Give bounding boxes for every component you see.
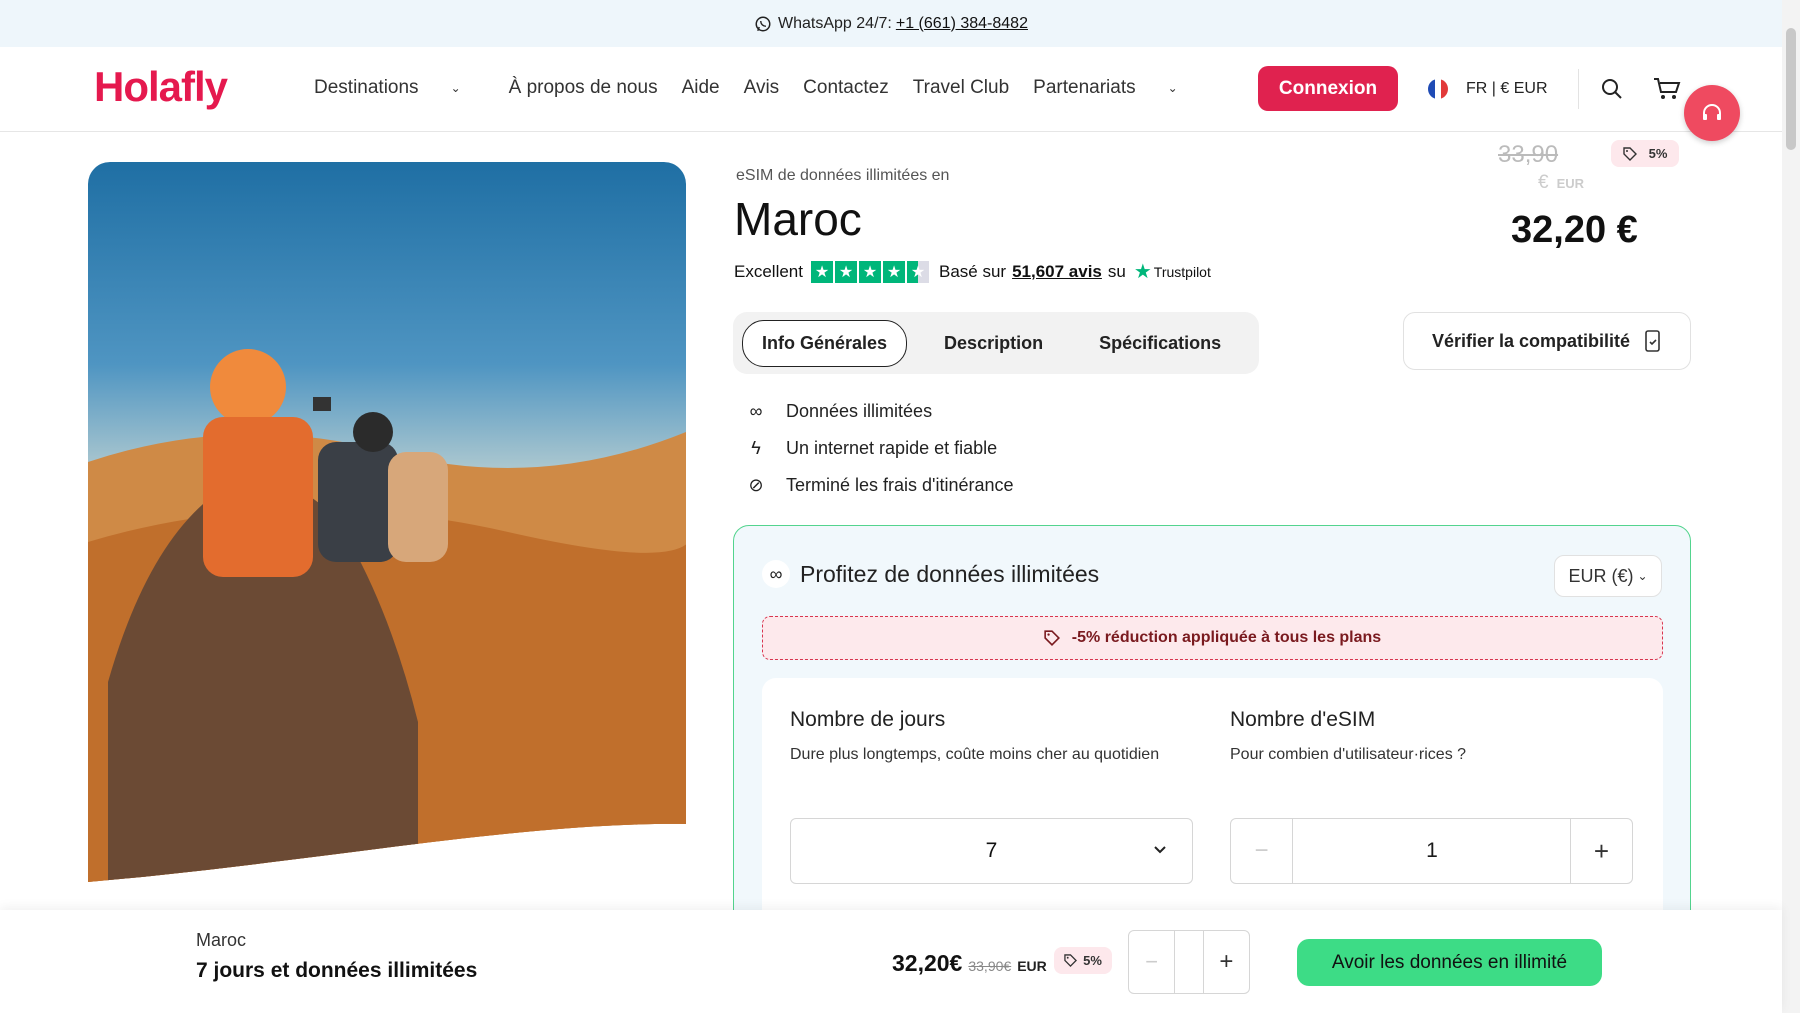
summary-price: 32,20€ 33,90€ EUR: [892, 950, 1047, 976]
infinity-icon: ∞: [762, 560, 790, 588]
feature-item: ϟ Un internet rapide et fiable: [744, 430, 1014, 467]
half-star-icon: ★: [906, 260, 929, 283]
tab-general-info[interactable]: Info Générales: [742, 319, 908, 367]
decrement-button[interactable]: −: [1231, 819, 1293, 883]
tag-icon: [1044, 630, 1060, 646]
lightning-icon: ϟ: [751, 438, 761, 458]
summary-discount-badge: 5%: [1054, 947, 1112, 974]
check-compatibility-button[interactable]: Vérifier la compatibilité: [1403, 312, 1691, 370]
support-chat-button[interactable]: [1684, 85, 1740, 141]
page-scrollbar[interactable]: [1782, 0, 1800, 1013]
scrollbar-thumb[interactable]: [1786, 28, 1796, 150]
discount-badge: 5%: [1611, 140, 1679, 167]
star-icon: ★: [810, 260, 833, 283]
tab-specifications[interactable]: Spécifications: [1080, 321, 1240, 366]
search-icon[interactable]: [1600, 77, 1624, 101]
locale-selector[interactable]: FR | € EUR: [1428, 79, 1548, 99]
feature-item: ∞ Données illimitées: [744, 393, 1014, 430]
nav-item-contact[interactable]: Contactez: [803, 77, 889, 99]
nav-divider: [1578, 69, 1579, 109]
whatsapp-label: WhatsApp 24/7:: [778, 14, 892, 32]
star-icon: ★: [834, 260, 857, 283]
esim-quantity-stepper: − 1 +: [1230, 818, 1633, 884]
locale-label: FR | € EUR: [1466, 80, 1548, 97]
increment-button[interactable]: +: [1204, 931, 1249, 993]
tab-description[interactable]: Description: [925, 321, 1062, 366]
nav-item-destinations[interactable]: Destinations ⌄: [314, 77, 485, 99]
days-select[interactable]: 7: [790, 818, 1193, 884]
get-unlimited-data-button[interactable]: Avoir les données en illimité: [1297, 939, 1602, 986]
chevron-down-icon: [1154, 846, 1166, 854]
old-price: 33,90: [1498, 141, 1559, 168]
tag-icon: [1064, 954, 1078, 967]
hero-image-camel-desert: [88, 162, 686, 886]
summary-quantity-stepper: − +: [1128, 930, 1250, 994]
current-price: 32,20 €: [1511, 209, 1638, 251]
rating-stars: ★ ★ ★ ★ ★: [810, 260, 931, 283]
days-title: Nombre de jours: [790, 708, 946, 731]
days-subtitle: Dure plus longtemps, coûte moins cher au…: [790, 746, 1160, 763]
tag-icon: [1622, 146, 1637, 161]
product-tabs: Info Générales Description Spécification…: [733, 312, 1259, 374]
login-button[interactable]: Connexion: [1258, 66, 1398, 111]
whatsapp-icon: [755, 16, 771, 31]
nav-item-help[interactable]: Aide: [682, 77, 720, 99]
nav-item-reviews[interactable]: Avis: [744, 77, 780, 99]
chevron-down-icon: ⌄: [1637, 569, 1648, 583]
summary-country: Maroc: [196, 930, 247, 950]
nav-menu: Destinations ⌄ À propos de nous Aide Avis…: [314, 77, 1226, 99]
rating-label: Excellent: [734, 261, 803, 281]
trustpilot-logo: ★ Trustpilot: [1133, 261, 1211, 283]
discount-banner: -5% réduction appliquée à tous les plans: [762, 616, 1663, 660]
desert-illustration: [88, 162, 686, 886]
chevron-down-icon: ⌄: [450, 81, 461, 95]
sticky-checkout-bar: Maroc 7 jours et données illimitées 32,2…: [0, 910, 1782, 1013]
increment-button[interactable]: +: [1570, 819, 1632, 883]
main-navigation: Holafly Destinations ⌄ À propos de nous A…: [0, 47, 1782, 132]
based-on-label: Basé sur: [938, 261, 1007, 281]
decrement-button[interactable]: −: [1129, 931, 1174, 993]
headset-icon: [1703, 104, 1721, 120]
summary-plan: 7 jours et données illimitées: [196, 959, 478, 982]
cart-icon[interactable]: [1653, 77, 1681, 101]
currency-select[interactable]: EUR (€) ⌄: [1554, 555, 1662, 597]
plan-heading: ∞ Profitez de données illimitées: [762, 560, 1099, 588]
nav-item-about[interactable]: À propos de nous: [509, 77, 658, 99]
holafly-logo[interactable]: Holafly: [94, 63, 228, 111]
feature-item: ⊘ Terminé les frais d'itinérance: [744, 467, 1013, 504]
product-subtitle: eSIM de données illimitées en: [736, 167, 950, 184]
announcement-bar: WhatsApp 24/7: +1 (661) 384-8482: [0, 0, 1782, 47]
esim-quantity-value[interactable]: 1: [1293, 819, 1571, 883]
infinity-icon: ∞: [749, 401, 763, 421]
product-title: Maroc: [734, 193, 862, 245]
france-flag-icon: [1428, 79, 1448, 99]
summary-quantity-value[interactable]: [1174, 931, 1204, 993]
chevron-down-icon: ⌄: [1167, 81, 1178, 95]
feature-list: ∞ Données illimitées ϟ Un internet rapide …: [744, 393, 1014, 504]
esim-count-subtitle: Pour combien d'utilisateur·rices ?: [1230, 746, 1467, 763]
trustpilot-rating[interactable]: Excellent ★ ★ ★ ★ ★ Basé sur 51,607 avis…: [734, 259, 1211, 284]
nav-item-partnerships[interactable]: Partenariats ⌄: [1033, 77, 1202, 99]
star-icon: ★: [882, 260, 905, 283]
trustpilot-star-icon: ★: [1133, 261, 1152, 283]
old-price-currency: € EUR: [1538, 172, 1585, 193]
nav-item-travel-club[interactable]: Travel Club: [913, 77, 1009, 99]
phone-check-icon: [1645, 330, 1660, 352]
esim-count-title: Nombre d'eSIM: [1230, 708, 1376, 731]
reviews-link[interactable]: 51,607 avis: [1012, 262, 1102, 282]
whatsapp-phone-link[interactable]: +1 (661) 384-8482: [896, 15, 1028, 33]
no-roaming-icon: ⊘: [748, 475, 764, 495]
star-icon: ★: [858, 260, 881, 283]
on-label: su: [1107, 261, 1126, 281]
